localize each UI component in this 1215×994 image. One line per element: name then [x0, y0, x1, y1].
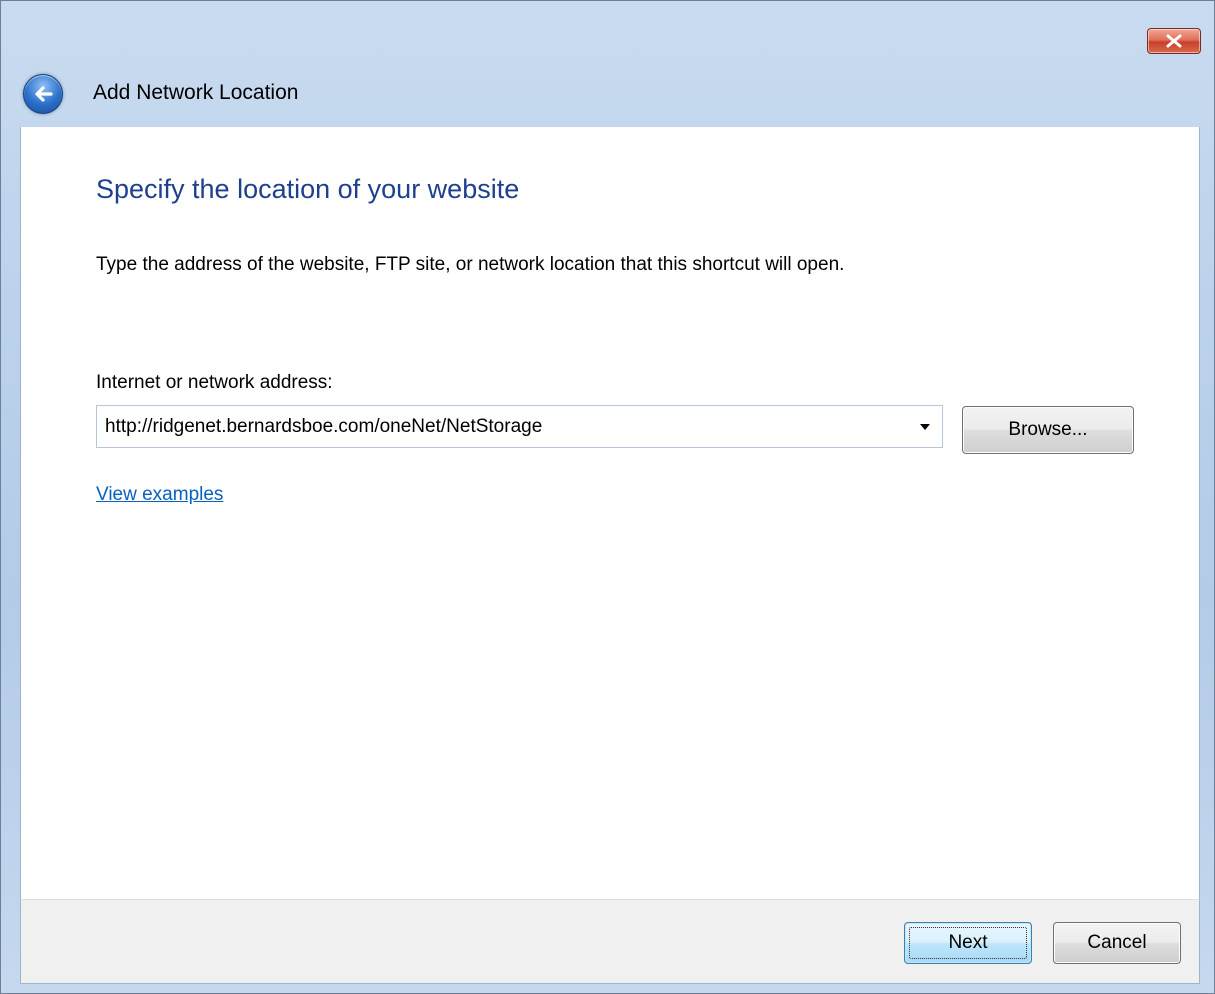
chevron-down-icon [920, 423, 930, 430]
next-button-label: Next [948, 932, 988, 953]
page-heading: Specify the location of your website [96, 174, 520, 204]
address-label: Internet or network address: [96, 372, 333, 393]
wizard-content: Specify the location of your website Typ… [20, 127, 1200, 899]
browse-button[interactable]: Browse... [962, 406, 1134, 454]
back-arrow-icon [35, 86, 53, 102]
cancel-button[interactable]: Cancel [1053, 922, 1181, 964]
title-bar: Add Network Location [1, 1, 1214, 127]
close-icon [1166, 34, 1182, 48]
next-button[interactable]: Next [904, 922, 1032, 964]
close-button[interactable] [1147, 28, 1201, 54]
address-combobox[interactable] [96, 405, 943, 448]
dialog-title: Add Network Location [93, 81, 299, 104]
address-dropdown-button[interactable] [908, 406, 942, 447]
button-bar: Next Cancel [20, 899, 1200, 984]
view-examples-link[interactable]: View examples [96, 484, 223, 506]
instruction-text: Type the address of the website, FTP sit… [96, 254, 845, 275]
address-input[interactable] [97, 405, 908, 448]
back-button[interactable] [23, 74, 63, 114]
add-network-location-window: Add Network Location Specify the locatio… [0, 0, 1215, 994]
